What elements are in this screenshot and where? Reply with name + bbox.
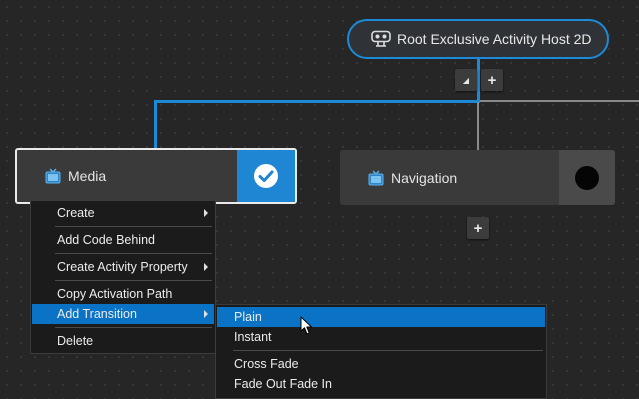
menu-item-add-transition[interactable]: Add Transition <box>32 304 214 324</box>
add-child-button[interactable]: + <box>481 69 503 91</box>
menu-separator <box>55 327 212 328</box>
submenu-arrow-icon <box>204 263 208 271</box>
menu-item-label: Instant <box>234 330 272 344</box>
gamepad-icon <box>371 30 391 48</box>
menu-item-label: Copy Activation Path <box>57 287 173 301</box>
collapse-triangle-icon: ◢ <box>462 75 470 85</box>
navigation-add-child-button[interactable]: + <box>467 217 489 239</box>
menu-item-label: Delete <box>57 334 94 348</box>
connector-navigation-vertical <box>477 102 479 150</box>
collapse-button[interactable]: ◢ <box>455 69 477 91</box>
submenu-arrow-icon <box>204 209 208 217</box>
menu-item-label: Fade Out Fade In <box>234 377 332 391</box>
submenu-item-cross-fade[interactable]: Cross Fade <box>217 354 545 374</box>
root-activity-host-node[interactable]: Root Exclusive Activity Host 2D <box>347 19 609 59</box>
menu-item-label: Add Code Behind <box>57 233 155 247</box>
menu-separator <box>55 226 212 227</box>
menu-separator <box>55 280 212 281</box>
tv-icon <box>45 168 61 184</box>
submenu-arrow-icon <box>204 310 208 318</box>
menu-item-delete[interactable]: Delete <box>32 331 214 351</box>
connector-root-vertical <box>477 59 480 101</box>
navigation-node-body[interactable]: Navigation <box>340 150 559 205</box>
media-node-body[interactable]: Media <box>17 150 237 202</box>
activity-node-navigation[interactable]: Navigation <box>340 150 615 205</box>
checkmark-circle-icon <box>253 163 279 189</box>
inactive-circle-icon <box>574 165 600 191</box>
media-node-label: Media <box>68 168 107 184</box>
menu-item-add-code-behind[interactable]: Add Code Behind <box>32 230 214 250</box>
connector-media-vertical <box>154 100 157 149</box>
menu-item-copy-activation-path[interactable]: Copy Activation Path <box>32 284 214 304</box>
media-activation-toggle[interactable] <box>237 150 295 202</box>
menu-separator <box>55 253 212 254</box>
submenu-item-plain[interactable]: Plain <box>217 307 545 327</box>
plus-icon: + <box>487 71 497 89</box>
connector-horizontal-blue <box>154 100 480 103</box>
navigation-node-label: Navigation <box>391 169 458 186</box>
root-node-label: Root Exclusive Activity Host 2D <box>397 31 592 47</box>
submenu-item-fade-out-fade-in[interactable]: Fade Out Fade In <box>217 374 545 394</box>
plus-icon: + <box>473 219 483 237</box>
menu-item-label: Create <box>57 206 95 220</box>
activity-node-media[interactable]: Media <box>15 148 297 204</box>
connector-horizontal-gray <box>480 100 639 102</box>
menu-item-label: Create Activity Property <box>57 260 188 274</box>
context-menu: Create Add Code Behind Create Activity P… <box>30 200 216 354</box>
menu-item-label: Cross Fade <box>234 357 299 371</box>
menu-item-label: Plain <box>234 310 262 324</box>
menu-item-create[interactable]: Create <box>32 203 214 223</box>
menu-item-label: Add Transition <box>57 307 137 321</box>
menu-item-create-activity-property[interactable]: Create Activity Property <box>32 257 214 277</box>
mouse-cursor-icon <box>300 316 313 341</box>
navigation-activation-toggle[interactable] <box>559 150 615 205</box>
transition-submenu: Plain Instant Cross Fade Fade Out Fade I… <box>215 304 547 399</box>
tv-icon <box>368 170 384 186</box>
submenu-item-instant[interactable]: Instant <box>217 327 545 347</box>
menu-separator <box>233 350 543 351</box>
